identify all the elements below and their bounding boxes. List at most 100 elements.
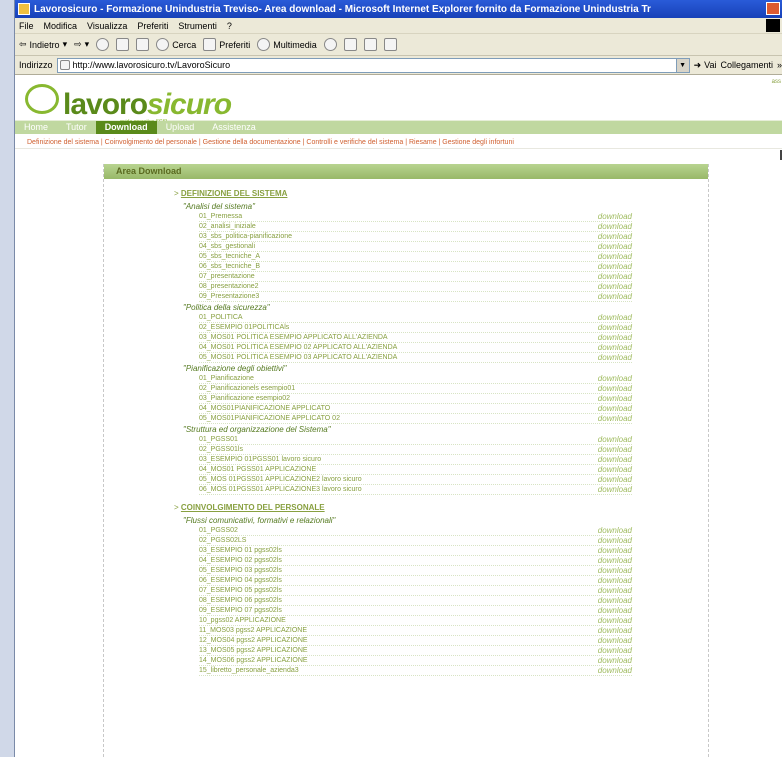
download-link[interactable]: download	[598, 313, 632, 323]
download-link[interactable]: download	[598, 445, 632, 455]
list-item: 04_sbs_gestionali download	[199, 242, 632, 252]
file-name: 04_ESEMPIO 02 pgss02ls	[199, 557, 282, 564]
download-link[interactable]: download	[598, 414, 632, 424]
menu-preferiti[interactable]: Preferiti	[137, 21, 168, 31]
download-link[interactable]: download	[598, 596, 632, 606]
menu-strumenti[interactable]: Strumenti	[178, 21, 217, 31]
file-name: 03_ESEMPIO 01 pgss02ls	[199, 547, 282, 554]
download-link[interactable]: download	[598, 666, 632, 676]
address-input[interactable]: http://www.lavorosicuro.tv/LavoroSicuro …	[56, 57, 690, 73]
list-item: 01_PGSS02 download	[199, 526, 632, 536]
section-title[interactable]: DEFINIZIONE DEL SISTEMA	[181, 189, 288, 198]
list-item: 03_ESEMPIO 01 pgss02ls download	[199, 546, 632, 556]
file-name: 10_pgss02 APPLICAZIONE	[199, 617, 286, 624]
download-link[interactable]: download	[598, 485, 632, 495]
download-link[interactable]: download	[598, 394, 632, 404]
address-bar: Indirizzo http://www.lavorosicuro.tv/Lav…	[15, 56, 782, 75]
download-link[interactable]: download	[598, 242, 632, 252]
file-name: 09_ESEMPIO 07 pgss02ls	[199, 607, 282, 614]
home-icon[interactable]	[136, 38, 150, 51]
group-title: "Politica della sicurezza"	[183, 303, 270, 312]
menu-file[interactable]: File	[19, 21, 34, 31]
links-button[interactable]: Collegamenti	[720, 60, 773, 70]
menu-help[interactable]: ?	[227, 21, 232, 31]
list-item: 04_ESEMPIO 02 pgss02ls download	[199, 556, 632, 566]
download-link[interactable]: download	[598, 343, 632, 353]
menu-modifica[interactable]: Modifica	[44, 21, 78, 31]
menu-visualizza[interactable]: Visualizza	[87, 21, 127, 31]
download-link[interactable]: download	[598, 435, 632, 445]
history-icon[interactable]	[323, 38, 337, 51]
window-title: Lavorosicuro - Formazione Unindustria Tr…	[34, 3, 651, 15]
list-item: 09_Presentazione3 download	[199, 292, 632, 302]
nav-upload[interactable]: Upload	[157, 121, 204, 134]
download-link[interactable]: download	[598, 222, 632, 232]
sub-nav[interactable]: Definizione del sistema | Coinvolgimento…	[15, 136, 782, 149]
file-name: 07_ESEMPIO 05 pgss02ls	[199, 587, 282, 594]
download-link[interactable]: download	[598, 546, 632, 556]
refresh-icon[interactable]	[116, 38, 130, 51]
download-link[interactable]: download	[598, 566, 632, 576]
forward-button[interactable]: ⇨ ▾	[74, 39, 89, 50]
download-link[interactable]: download	[598, 576, 632, 586]
file-name: 05_ESEMPIO 03 pgss02ls	[199, 567, 282, 574]
download-link[interactable]: download	[598, 353, 632, 363]
download-area: Area Download > DEFINIZIONE DEL SISTEMA "…	[103, 164, 709, 757]
list-item: 02_Pianificazionels esempio01 download	[199, 384, 632, 394]
stop-icon[interactable]	[96, 38, 110, 51]
download-link[interactable]: download	[598, 656, 632, 666]
download-link[interactable]: download	[598, 323, 632, 333]
close-icon[interactable]	[766, 2, 780, 15]
download-link[interactable]: download	[598, 526, 632, 536]
list-item: 01_POLITICA download	[199, 313, 632, 323]
download-link[interactable]: download	[598, 606, 632, 616]
nav-download[interactable]: Download	[95, 121, 157, 134]
file-name: 15_libretto_personale_azienda3	[199, 667, 299, 674]
list-item: 05_ESEMPIO 03 pgss02ls download	[199, 566, 632, 576]
download-link[interactable]: download	[598, 636, 632, 646]
multimedia-label: Multimedia	[273, 39, 317, 50]
download-list: > DEFINIZIONE DEL SISTEMA "Analisi del si…	[104, 179, 708, 676]
favorites-button[interactable]: Preferiti	[203, 38, 250, 51]
download-link[interactable]: download	[598, 455, 632, 465]
chevron-right-icon[interactable]: »	[777, 60, 782, 70]
download-link[interactable]: download	[598, 232, 632, 242]
download-link[interactable]: download	[598, 333, 632, 343]
download-link[interactable]: download	[598, 536, 632, 546]
section-title[interactable]: COINVOLGIMENTO DEL PERSONALE	[181, 503, 325, 512]
multimedia-button[interactable]: Multimedia	[257, 38, 317, 51]
nav-tutor[interactable]: Tutor	[57, 121, 96, 134]
group-title: "Analisi del sistema"	[183, 202, 255, 211]
download-link[interactable]: download	[598, 626, 632, 636]
back-button[interactable]: ⇦ Indietro ▾	[19, 39, 67, 50]
nav-assistenza[interactable]: Assistenza	[203, 121, 265, 134]
download-link[interactable]: download	[598, 586, 632, 596]
chevron-down-icon[interactable]: ▼	[675, 58, 689, 72]
download-link[interactable]: download	[598, 404, 632, 414]
download-link[interactable]: download	[598, 262, 632, 272]
print-icon[interactable]	[363, 38, 377, 51]
download-link[interactable]: download	[598, 556, 632, 566]
download-link[interactable]: download	[598, 252, 632, 262]
search-button[interactable]: Cerca	[156, 38, 196, 51]
download-link[interactable]: download	[598, 292, 632, 302]
nav-home[interactable]: Home	[15, 121, 57, 134]
go-button[interactable]: ➜ Vai	[694, 60, 717, 71]
site-logo[interactable]: lavorosicuro guida operativa SGSL	[25, 84, 232, 125]
file-name: 03_Pianificazione esempio02	[199, 395, 291, 402]
download-link[interactable]: download	[598, 212, 632, 222]
download-link[interactable]: download	[598, 475, 632, 485]
download-link[interactable]: download	[598, 374, 632, 384]
file-name: 02_PGSS01ls	[199, 446, 243, 453]
download-link[interactable]: download	[598, 646, 632, 656]
download-link[interactable]: download	[598, 384, 632, 394]
download-link[interactable]: download	[598, 272, 632, 282]
mail-icon[interactable]	[343, 38, 357, 51]
download-link[interactable]: download	[598, 282, 632, 292]
browser-window: Lavorosicuro - Formazione Unindustria Tr…	[14, 0, 782, 757]
edit-icon[interactable]	[383, 38, 397, 51]
download-link[interactable]: download	[598, 616, 632, 626]
favorites-label: Preferiti	[219, 39, 251, 50]
download-link[interactable]: download	[598, 465, 632, 475]
